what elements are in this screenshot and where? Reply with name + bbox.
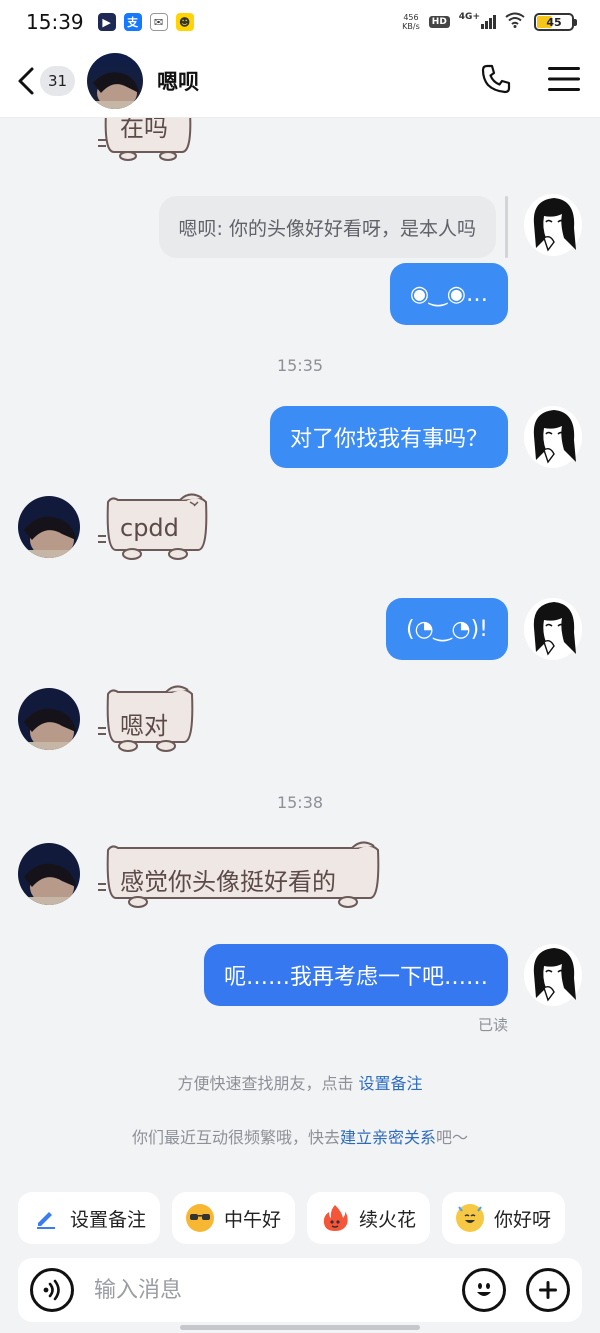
timestamp: 15:38 [276,793,324,812]
net-speed: 456 KB/s [402,13,420,31]
sunglasses-emoji-icon [186,1204,215,1232]
plus-icon [539,1281,557,1299]
contact-avatar[interactable] [18,496,80,558]
message-input-bar [18,1258,582,1322]
system-tip-relationship: 你们最近互动很频繁哦，快去建立亲密关系吧～ [131,1128,469,1147]
smiley-icon [477,1283,491,1296]
set-remark-link[interactable]: 设置备注 [359,1074,423,1093]
status-time: 15:39 [26,10,84,34]
message-bubble-outgoing[interactable]: 对了你找我有事吗？ [269,406,508,468]
message-sticker[interactable]: 感觉你头像挺好看的 [98,840,388,912]
battery-icon: 45 [534,13,577,31]
signal-icon: 4G+ [459,12,496,29]
status-bar: 15:39 ▶ 支 ✉ ☻ 456 KB/s HD 4G+ 45 [0,0,600,44]
message-input[interactable] [74,1277,462,1303]
emoji-button[interactable] [462,1268,506,1312]
phone-call-button[interactable] [480,63,512,99]
unread-count-badge: 31 [40,65,76,96]
app-notify-icon: ▶ [97,13,116,31]
timestamp: 15:35 [276,356,324,375]
message-text: (◔‿◔)! [405,616,488,642]
more-options-button[interactable] [526,1268,570,1312]
contact-name: 嗯呗 [157,69,200,94]
read-receipt: 已读 [477,1016,508,1034]
message-text: ◉‿◉… [409,281,488,307]
quick-reply-spark[interactable]: 续火花 [307,1192,431,1244]
sticker-text: 感觉你头像挺好看的 [120,868,336,896]
my-avatar[interactable] [524,406,582,468]
wechat-icon: ✉ [149,13,168,31]
quote-divider [505,196,508,258]
my-avatar[interactable] [524,944,582,1006]
status-app-icons: ▶ 支 ✉ ☻ [97,13,194,31]
pencil-icon [32,1204,60,1232]
quick-reply-hello[interactable]: 你好呀 [442,1192,566,1244]
message-sticker-partial[interactable]: 在吗 [98,118,198,178]
menu-icon [548,66,580,91]
message-bubble-outgoing[interactable]: 呃……我再考虑一下吧…… [203,944,508,1006]
quick-reply-set-remark[interactable]: 设置备注 [18,1192,161,1244]
build-relationship-link[interactable]: 建立亲密关系 [340,1128,436,1147]
message-sticker[interactable]: 嗯对 [98,684,202,756]
party-emoji-icon [456,1204,485,1232]
quoted-message[interactable]: 嗯呗: 你的头像好好看呀，是本人吗 [158,196,496,258]
voice-input-button[interactable] [30,1268,74,1312]
my-avatar[interactable] [524,598,582,660]
phone-icon [481,64,511,93]
contact-avatar[interactable] [87,52,144,109]
message-text: 对了你找我有事吗？ [289,427,488,452]
quick-reply-bar: 设置备注 中午好 续火花 你好呀 [18,1192,566,1244]
quick-reply-good-noon[interactable]: 中午好 [172,1192,296,1244]
message-bubble-outgoing[interactable]: (◔‿◔)! [385,598,508,660]
chevron-left-icon [12,67,40,95]
alipay-icon: 支 [123,13,142,31]
home-indicator[interactable] [180,1325,420,1330]
message-bubble-outgoing[interactable]: ◉‿◉… [389,263,508,325]
message-sticker[interactable]: cpdd [98,492,216,564]
sticker-text: 在吗 [120,118,168,142]
my-avatar[interactable] [524,194,582,256]
fire-emoji-icon [321,1204,349,1232]
hd-badge: HD [428,16,450,28]
contact-avatar[interactable] [18,843,80,905]
chat-header: 31 嗯呗 [0,44,600,118]
app-yellow-icon: ☻ [175,13,194,31]
message-list[interactable]: 在吗 嗯呗: 你的头像好好看呀，是本人吗 ◉‿◉… 15:35 对了你找我有事吗… [0,118,600,1188]
more-menu-button[interactable] [548,66,580,96]
quoted-text: 嗯呗: 你的头像好好看呀，是本人吗 [178,217,476,240]
voice-wave-icon [43,1279,60,1301]
back-button[interactable]: 31 [12,65,76,96]
message-text: 呃……我再考虑一下吧…… [223,965,488,990]
sticker-text: cpdd [120,514,179,542]
system-tip-remark: 方便快速查找朋友，点击 设置备注 [177,1074,423,1093]
contact-avatar[interactable] [18,688,80,750]
sticker-text: 嗯对 [120,712,168,740]
wifi-icon [505,12,525,32]
